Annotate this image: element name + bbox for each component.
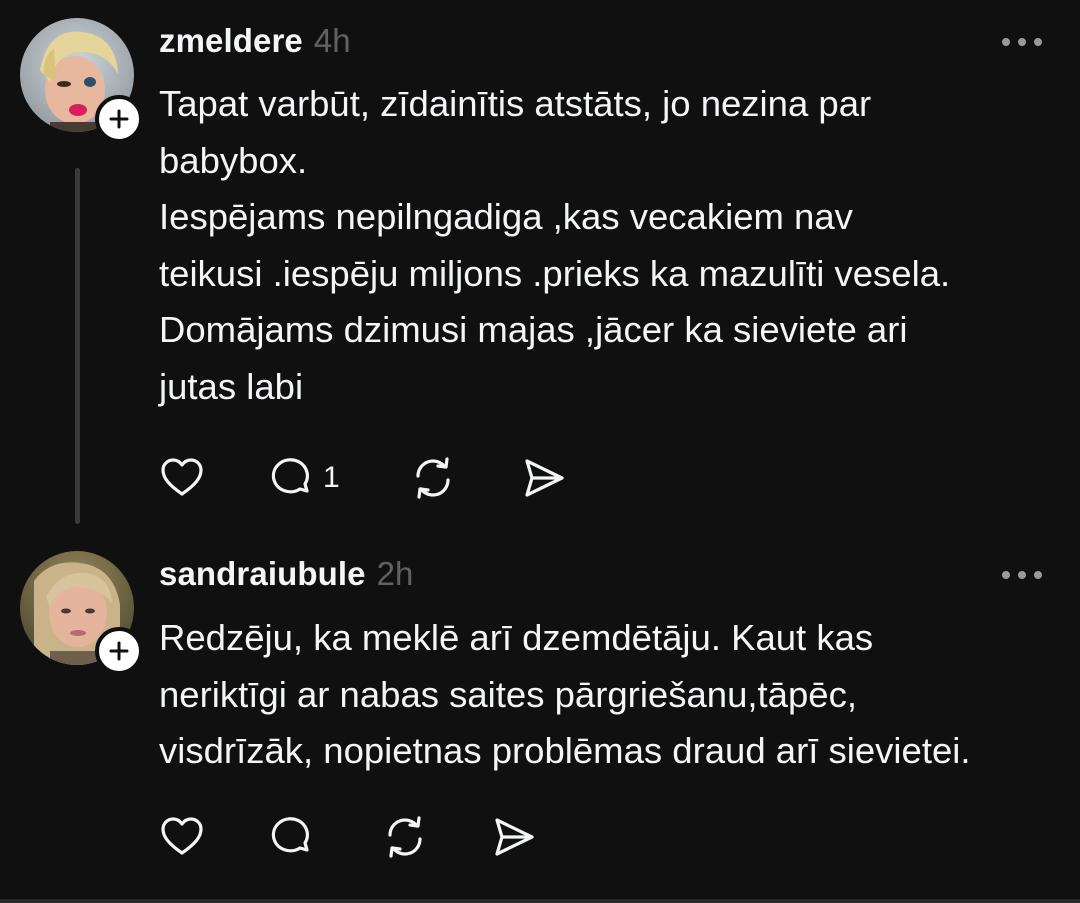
reply-button[interactable] <box>269 813 323 861</box>
text-line: Iespējams nepilngadiga ,kas vecakiem nav <box>159 196 853 237</box>
text-line: visdrīzāk, nopietnas problēmas draud arī… <box>159 730 971 771</box>
more-options-icon[interactable] <box>1002 571 1042 579</box>
share-button[interactable] <box>491 813 537 861</box>
divider <box>0 899 1080 903</box>
follow-button[interactable] <box>95 627 143 675</box>
text-line: Redzēju, ka meklē arī dzemdētāju. Kaut k… <box>159 617 874 658</box>
like-button[interactable] <box>159 454 205 502</box>
reply-count: 1 <box>323 461 340 494</box>
send-icon <box>525 459 564 497</box>
comment-icon <box>271 817 309 853</box>
text-line: neriktīgi ar nabas saites pārgriešanu,tā… <box>159 673 857 715</box>
text-line: Domājams dzimusi majas ,jācer ka sieviet… <box>159 309 908 350</box>
repost-icon <box>388 816 422 858</box>
send-icon <box>495 818 534 856</box>
username[interactable]: zmeldere <box>159 22 303 60</box>
reply-button[interactable]: 1 <box>269 454 340 502</box>
repost-button[interactable] <box>409 454 457 502</box>
heart-icon <box>161 458 203 496</box>
text-line: jutas labi <box>159 365 304 407</box>
post-text: Tapat varbūt, zīdainītis atstāts, jo nez… <box>159 76 1039 415</box>
post-sandraiubule: sandraiubule 2h Redzēju, ka meklē arī dz… <box>0 533 1080 899</box>
text-line: babybox. <box>159 139 308 181</box>
timestamp: 4h <box>313 22 351 59</box>
comment-icon <box>271 458 309 494</box>
repost-button[interactable] <box>381 813 429 861</box>
more-options-icon[interactable] <box>1002 38 1042 46</box>
plus-icon <box>109 109 129 129</box>
thread-line <box>75 168 80 524</box>
post-text: Redzēju, ka meklē arī dzemdētāju. Kaut k… <box>159 610 1039 780</box>
post-zmeldere: zmeldere 4h Tapat varbūt, zīdainītis ats… <box>0 0 1080 540</box>
heart-icon <box>161 817 203 855</box>
like-button[interactable] <box>159 813 205 861</box>
plus-icon <box>109 641 129 661</box>
repost-icon <box>416 457 450 499</box>
text-line: teikusi .iespēju miljons .prieks ka mazu… <box>159 252 951 294</box>
timestamp: 2h <box>376 555 414 592</box>
username[interactable]: sandraiubule <box>159 555 366 593</box>
text-line: Tapat varbūt, zīdainītis atstāts, jo nez… <box>159 83 872 124</box>
share-button[interactable] <box>521 454 567 502</box>
follow-button[interactable] <box>95 95 143 143</box>
